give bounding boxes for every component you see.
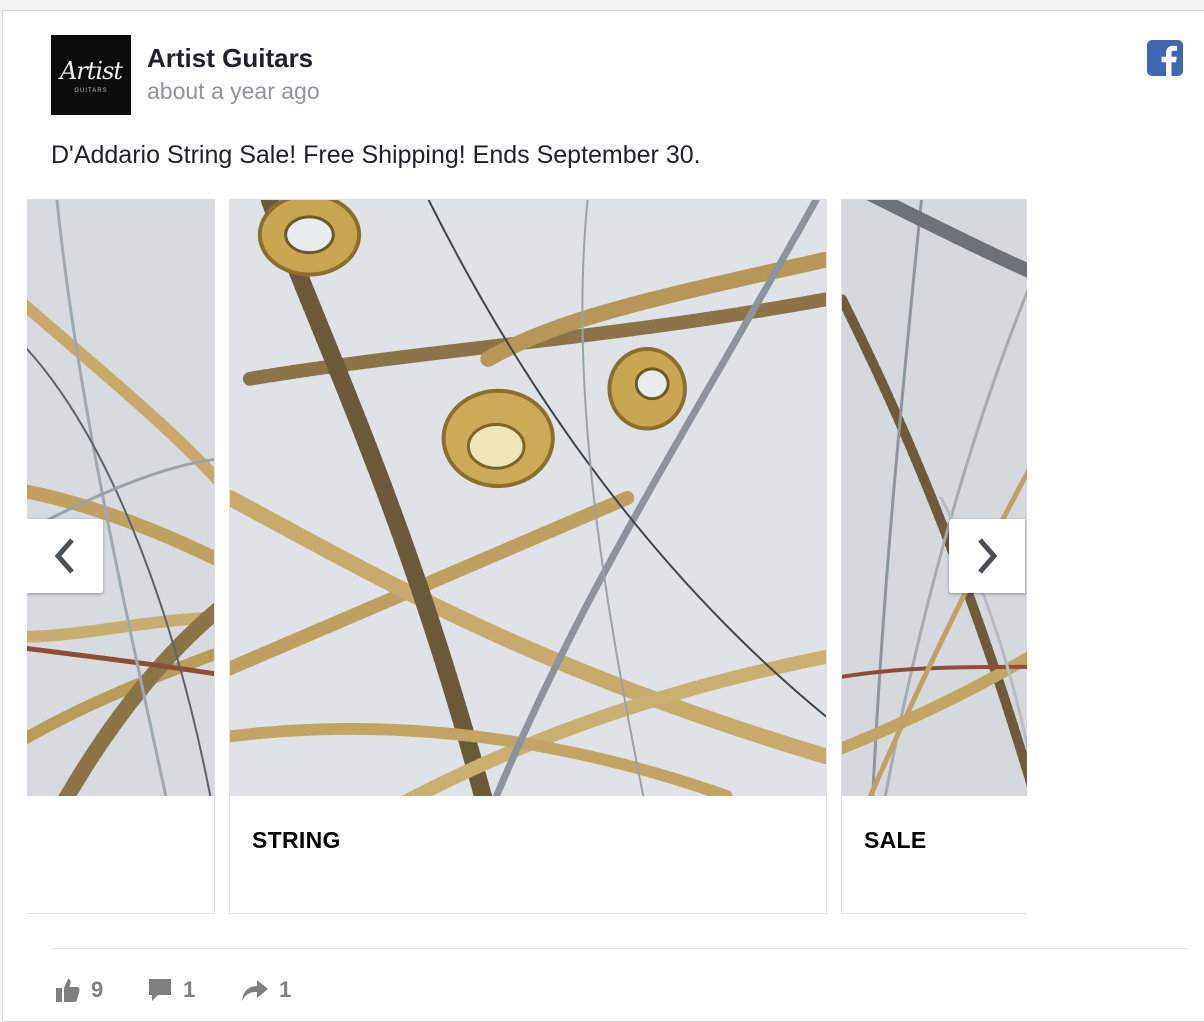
like-count: 9 [91, 977, 104, 1002]
share-count: 1 [279, 977, 292, 1002]
avatar-logo-script: Artist [59, 57, 123, 85]
divider [51, 948, 1189, 949]
carousel-card-2[interactable]: STRING [229, 199, 827, 914]
share-action[interactable]: 1 [241, 973, 291, 1007]
chevron-right-icon [978, 538, 998, 574]
carousel-image [27, 200, 214, 796]
avatar-logo-small: GUITARS [74, 88, 108, 94]
facebook-icon[interactable] [1147, 40, 1183, 76]
page-avatar[interactable]: Artist GUITARS [51, 35, 131, 115]
comment-action[interactable]: 1 [147, 973, 195, 1007]
carousel-next-button[interactable] [949, 519, 1025, 593]
carousel-card-caption: STRING [252, 827, 341, 853]
post-timestamp[interactable]: about a year ago [147, 78, 320, 105]
carousel-image [842, 200, 1027, 796]
carousel-image [230, 200, 826, 796]
chevron-left-icon [54, 538, 74, 574]
post-message: D'Addario String Sale! Free Shipping! En… [51, 141, 701, 169]
thumbs-up-icon [56, 979, 80, 1002]
image-carousel: STRING SALE [27, 199, 1027, 916]
comment-count: 1 [183, 977, 196, 1002]
share-arrow-icon [242, 980, 268, 1001]
like-action[interactable]: 9 [55, 973, 103, 1007]
post-card: Artist GUITARS Artist Guitars about a ye… [2, 10, 1204, 1022]
comment-icon [149, 979, 171, 1001]
carousel-prev-button[interactable] [27, 519, 103, 593]
page-name[interactable]: Artist Guitars [147, 43, 313, 74]
carousel-card-caption: SALE [864, 827, 927, 853]
